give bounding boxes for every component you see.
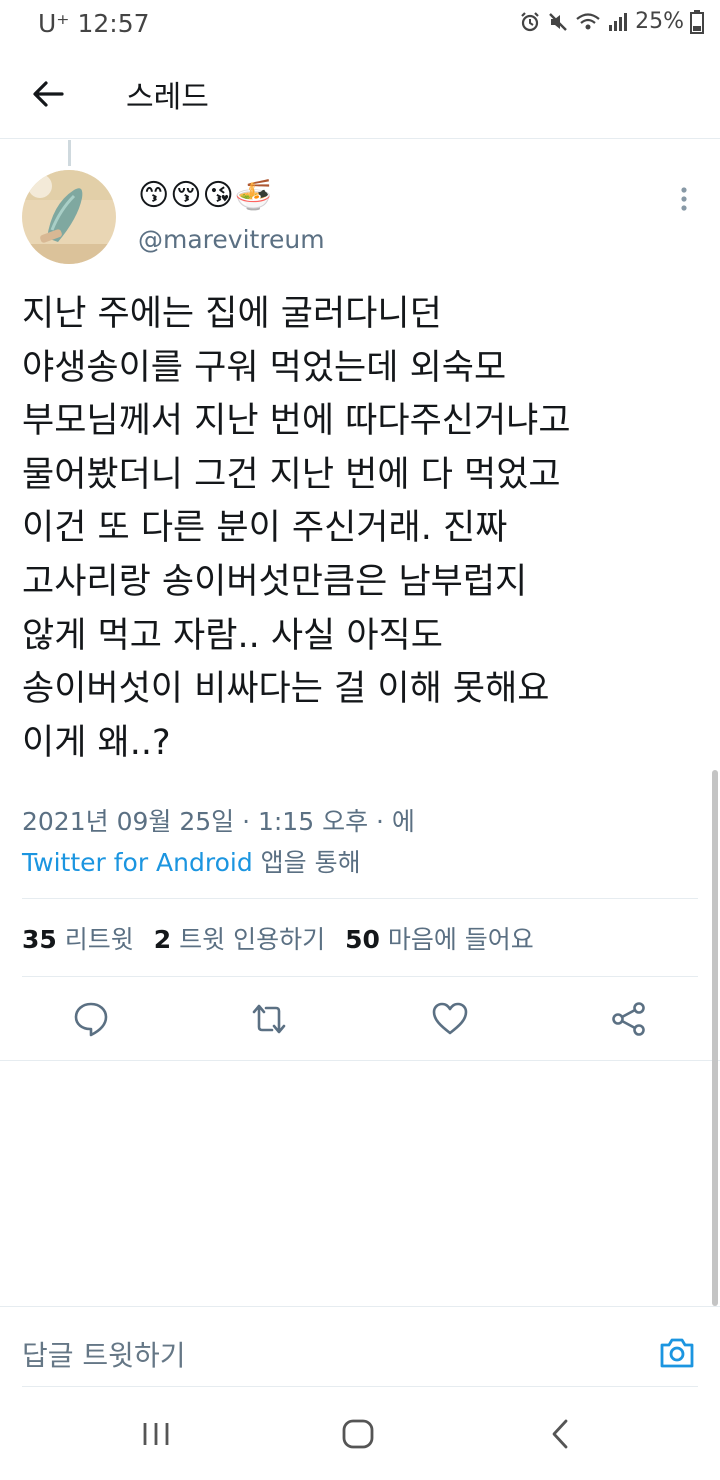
reply-underline xyxy=(22,1386,698,1387)
quotes-count: 2 xyxy=(153,925,172,954)
avatar[interactable] xyxy=(22,170,116,264)
tweet-text: 지난 주에는 집에 굴러다니던 야생송이를 구워 먹었는데 외숙모 부모님께서 … xyxy=(22,288,702,770)
share-icon[interactable] xyxy=(610,1000,648,1038)
tweet-source: Twitter for Android 앱을 통해 xyxy=(22,843,361,879)
system-nav-bar xyxy=(0,1388,720,1480)
recent-apps-icon[interactable] xyxy=(136,1414,176,1454)
divider xyxy=(22,898,698,899)
tweet-line: 부모님께서 지난 번에 따다주신거냐고 xyxy=(22,401,571,442)
alarm-icon xyxy=(521,11,539,31)
tweet-line: 지난 주에는 집에 굴러다니던 xyxy=(22,294,442,334)
display-name[interactable]: 😙😚😘🍜 xyxy=(138,178,273,213)
wifi-icon xyxy=(576,12,600,29)
user-handle[interactable]: @marevitreum xyxy=(138,225,325,254)
home-icon[interactable] xyxy=(338,1414,378,1454)
thread-connector-line xyxy=(68,140,71,166)
retweets-stat[interactable]: 35 리트윗 xyxy=(22,925,134,954)
tweet-line: 이게 왜..? xyxy=(22,722,171,763)
status-time-group: U⁺ 12:57 xyxy=(38,9,150,38)
quotes-label: 트윗 인용하기 xyxy=(179,925,326,954)
divider xyxy=(0,1060,720,1061)
status-bar: U⁺ 12:57 25% xyxy=(0,0,720,46)
reply-icon[interactable] xyxy=(72,1000,110,1038)
retweet-icon[interactable] xyxy=(250,1000,288,1038)
tweet-line: 송이버섯이 비싸다는 걸 이해 못해요 xyxy=(22,669,550,710)
battery-percent: 25% xyxy=(635,9,684,34)
camera-icon[interactable] xyxy=(658,1334,696,1372)
tweet-line: 이건 또 다른 분이 주신거래. 진짜 xyxy=(22,508,508,549)
reply-input[interactable]: 답글 트윗하기 xyxy=(22,1334,185,1374)
retweets-label: 리트윗 xyxy=(64,925,134,954)
back-arrow-icon[interactable] xyxy=(30,76,66,112)
quotes-stat[interactable]: 2 트윗 인용하기 xyxy=(154,925,325,954)
retweets-count: 35 xyxy=(22,925,57,954)
clock: 12:57 xyxy=(77,9,150,38)
tweet-line: 않게 먹고 자람.. 사실 아직도 xyxy=(22,615,443,656)
tweet-line: 물어봤더니 그건 지난 번에 다 먹었고 xyxy=(22,454,561,495)
more-options-icon[interactable] xyxy=(672,186,696,212)
divider xyxy=(0,1306,720,1307)
tweet-timestamp: 2021년 09월 25일 · 1:15 오후 · 에 xyxy=(22,807,415,836)
page-title: 스레드 xyxy=(126,80,209,115)
status-icons: 25% xyxy=(519,9,704,34)
likes-stat[interactable]: 50 마음에 들어요 xyxy=(345,925,534,954)
tweet-stats: 35 리트윗 2 트윗 인용하기 50 마음에 들어요 xyxy=(22,920,534,956)
app-header: 스레드 xyxy=(0,46,720,139)
carrier-label: U⁺ xyxy=(38,9,70,38)
tweet-line: 고사리랑 송이버섯만큼은 남부럽지 xyxy=(22,561,528,602)
signal-icon xyxy=(609,12,628,31)
avatar-image xyxy=(22,170,116,264)
likes-count: 50 xyxy=(345,925,380,954)
mute-icon xyxy=(549,12,567,31)
scrollbar[interactable] xyxy=(712,770,718,1306)
likes-label: 마음에 들어요 xyxy=(387,925,534,954)
divider xyxy=(22,976,698,977)
back-nav-icon[interactable] xyxy=(540,1414,580,1454)
like-icon[interactable] xyxy=(431,1000,469,1038)
source-link[interactable]: Twitter for Android xyxy=(22,848,253,877)
source-suffix: 앱을 통해 xyxy=(252,848,361,877)
battery-icon xyxy=(690,9,704,34)
tweet-line: 야생송이를 구워 먹었는데 외숙모 xyxy=(22,347,507,388)
